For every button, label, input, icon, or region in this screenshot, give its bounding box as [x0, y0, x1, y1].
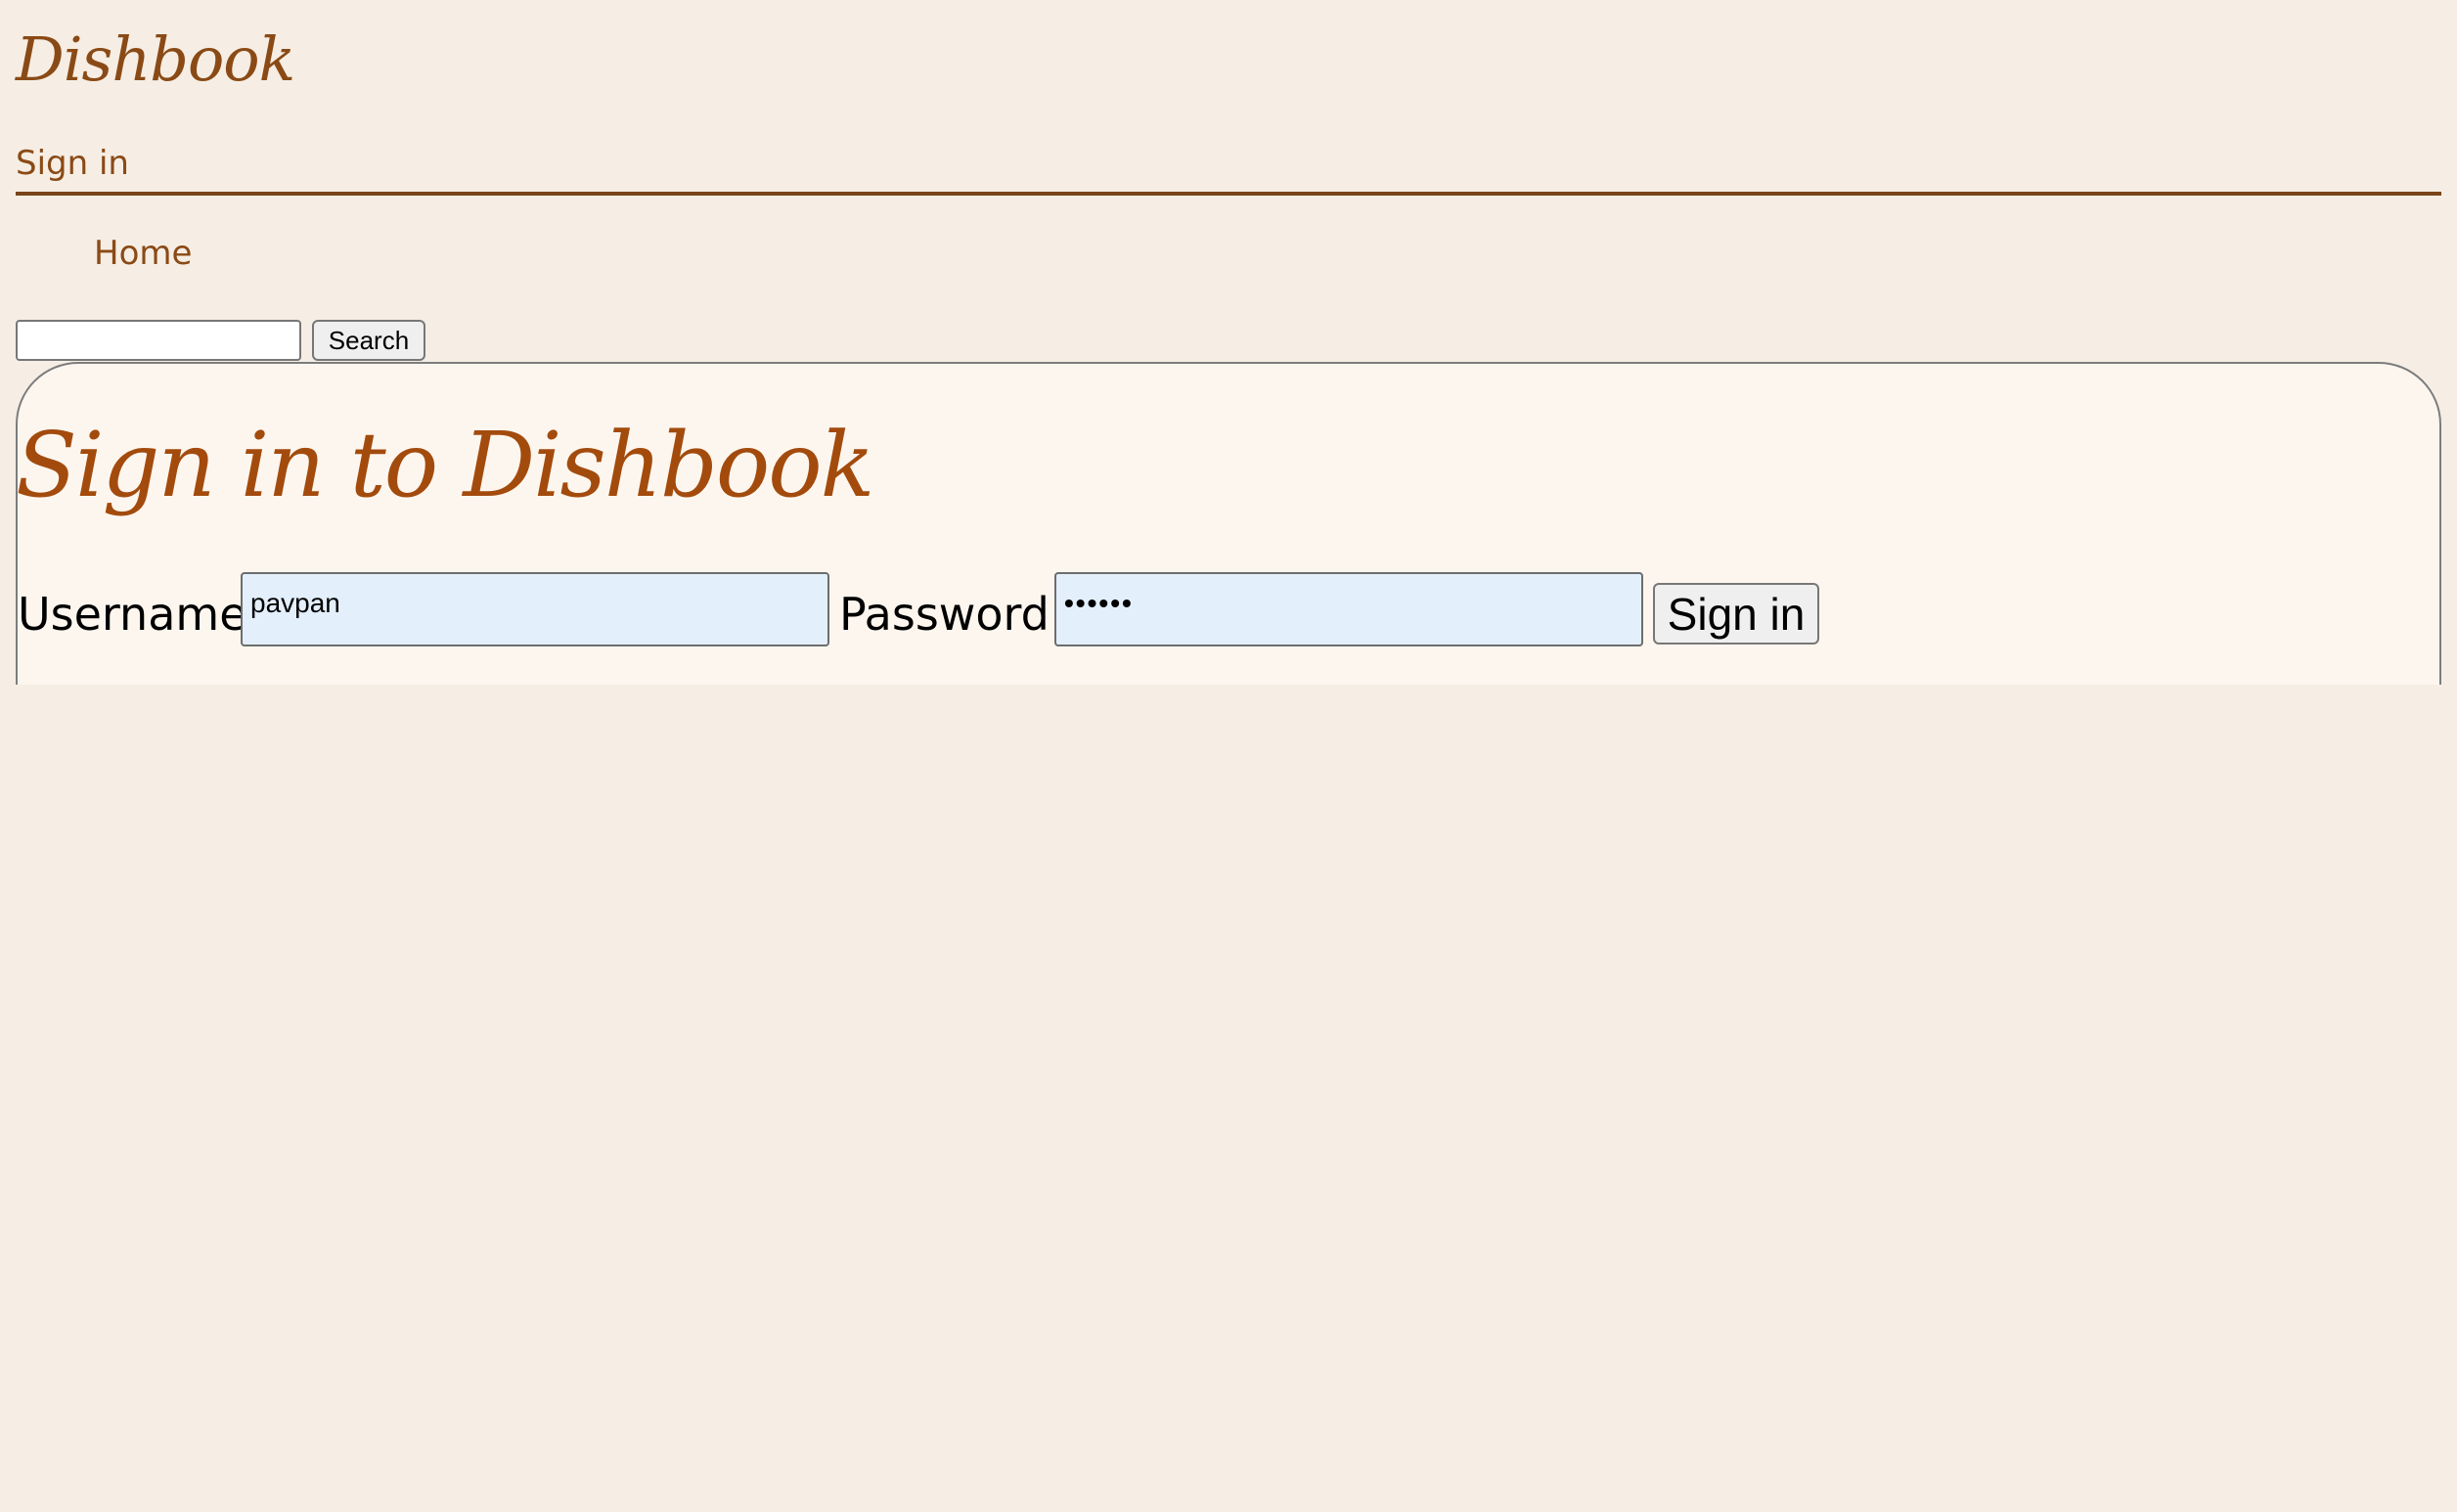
signin-submit-button[interactable]: Sign in	[1653, 583, 1819, 645]
nav-home-link[interactable]: Home	[94, 237, 192, 270]
search-input[interactable]	[16, 320, 301, 361]
page-title: Sign in to Dishbook	[16, 413, 874, 517]
password-field[interactable]: ••••••	[1054, 572, 1643, 646]
password-label: Password:	[839, 588, 1065, 641]
search-button[interactable]: Search	[312, 320, 425, 361]
username-field[interactable]: pavpan	[241, 572, 829, 646]
username-label: Username:	[18, 588, 262, 641]
site-logo[interactable]: Dishbook	[16, 29, 295, 90]
header-divider	[16, 192, 2441, 196]
header-signin-link[interactable]: Sign in	[16, 147, 129, 180]
